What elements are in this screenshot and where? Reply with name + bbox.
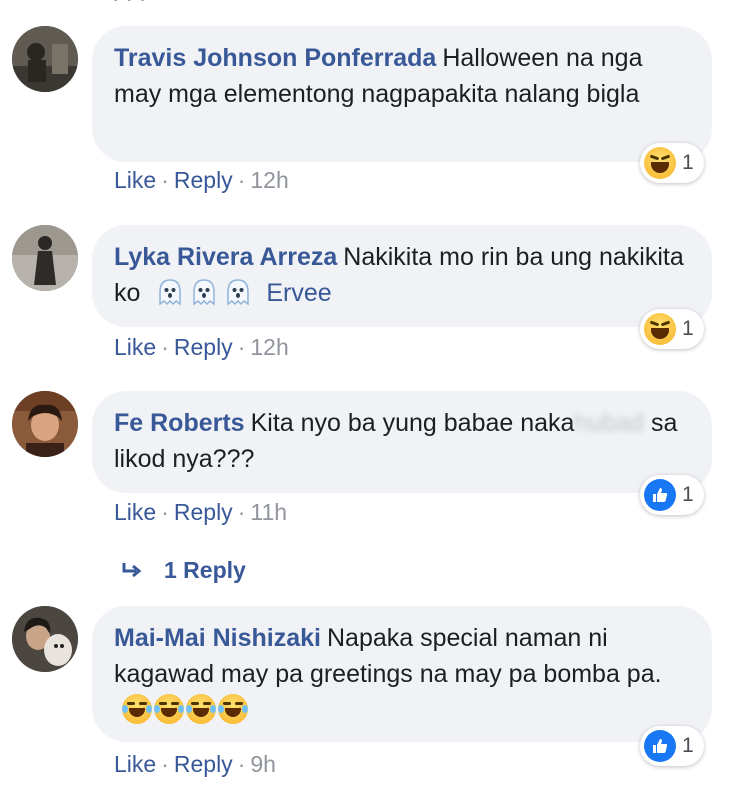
comment-actions: Like · Reply · 11h	[114, 499, 288, 525]
author-name[interactable]: Mai-Mai Nishizaki	[114, 624, 321, 652]
author-name[interactable]: Lyka Rivera Arreza	[114, 243, 337, 271]
laughing-emoji-icon	[122, 694, 152, 724]
ghost-emoji-icon	[193, 279, 216, 306]
author-name[interactable]: Fe Roberts	[114, 409, 245, 437]
reaction-count: 1	[682, 317, 694, 340]
censored-word: hubad	[574, 409, 644, 437]
timestamp[interactable]: 12h	[250, 167, 288, 193]
timestamp[interactable]: 9h	[250, 751, 276, 777]
avatar[interactable]	[12, 606, 78, 672]
comment-actions: Like · Reply · 9h	[114, 751, 276, 777]
reply-link[interactable]: Reply	[174, 167, 233, 193]
reaction-count: 1	[682, 734, 694, 757]
reaction-summary[interactable]: 1	[640, 475, 704, 515]
reply-arrow-icon	[122, 562, 142, 577]
mention-link[interactable]: Ervee	[266, 279, 331, 307]
ghost-emoji-icon	[227, 279, 250, 306]
like-reaction-icon	[644, 479, 676, 511]
comment-bubble: Lyka Rivera Arreza Nakikita mo rin ba ung…	[92, 225, 712, 327]
haha-reaction-icon	[644, 147, 676, 179]
comment-bubble: Fe Roberts Kita nyo ba yung babae nakahub…	[92, 391, 712, 493]
laughing-emoji-icon	[218, 694, 248, 724]
like-link[interactable]: Like	[114, 334, 156, 360]
reply-link[interactable]: Reply	[174, 334, 233, 360]
reply-link[interactable]: Reply	[174, 499, 233, 525]
timestamp[interactable]: 11h	[250, 499, 287, 525]
previous-comment-fragment: · · ·	[0, 0, 750, 8]
avatar[interactable]	[12, 225, 78, 291]
ghost-emoji-group	[157, 279, 266, 307]
laughing-emoji-icon	[154, 694, 184, 724]
laughing-emoji-group	[122, 694, 250, 724]
comment-text: Kita nyo ba yung babae naka	[250, 409, 575, 437]
like-reaction-icon	[644, 730, 676, 762]
comment-actions: Like · Reply · 12h	[114, 167, 289, 193]
like-link[interactable]: Like	[114, 751, 156, 777]
avatar[interactable]	[12, 391, 78, 457]
reply-link[interactable]: Reply	[174, 751, 233, 777]
comment-actions: Like · Reply · 12h	[114, 334, 289, 360]
haha-reaction-icon	[644, 313, 676, 345]
comment-bubble: Mai-Mai Nishizaki Napaka special naman ni…	[92, 606, 712, 742]
like-link[interactable]: Like	[114, 167, 156, 193]
replies-count-label[interactable]: 1 Reply	[164, 557, 246, 584]
reaction-count: 1	[682, 483, 694, 506]
reaction-summary[interactable]: 1	[640, 309, 704, 349]
timestamp[interactable]: 12h	[250, 334, 288, 360]
like-link[interactable]: Like	[114, 499, 156, 525]
avatar[interactable]	[12, 26, 78, 92]
comment-bubble: Travis Johnson Ponferrada Halloween na ng…	[92, 26, 712, 162]
reaction-count: 1	[682, 151, 694, 174]
reaction-summary[interactable]: 1	[640, 726, 704, 766]
view-replies-link[interactable]: 1 Reply	[120, 557, 246, 584]
laughing-emoji-icon	[186, 694, 216, 724]
author-name[interactable]: Travis Johnson Ponferrada	[114, 44, 436, 72]
reaction-summary[interactable]: 1	[640, 143, 704, 183]
ghost-emoji-icon	[159, 279, 182, 306]
